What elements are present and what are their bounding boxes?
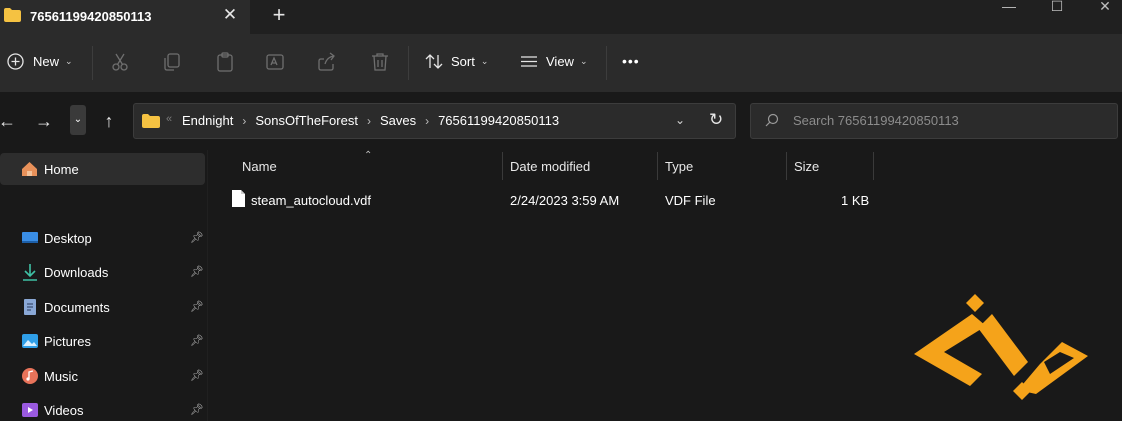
file-icon [232,190,245,207]
breadcrumb-current-folder[interactable]: 76561199420850113 [438,113,559,128]
sidebar-item-videos[interactable]: Videos 📌︎ [0,395,205,421]
paste-icon[interactable] [214,51,236,73]
breadcrumb-sonsoftheforest[interactable]: SonsOfTheForest [255,113,358,128]
sidebar-item-label: Desktop [44,231,92,246]
more-options-button[interactable]: ••• [622,53,640,69]
sidebar-item-pictures[interactable]: Pictures 📌︎ [0,326,205,356]
command-bar: New ⌄ Sort ⌄ View ⌄ ••• [0,34,1122,92]
breadcrumb-saves[interactable]: Saves [380,113,416,128]
address-history-chevron-icon[interactable]: ⌄ [675,113,685,127]
search-box[interactable] [750,103,1118,139]
toolbar-divider [92,46,93,80]
refresh-icon[interactable]: ↻ [709,110,723,130]
chevron-right-icon[interactable]: › [242,114,246,128]
address-bar[interactable]: « Endnight › SonsOfTheForest › Saves › 7… [133,103,736,139]
sort-ascending-icon: ⌃ [364,150,373,161]
pin-icon[interactable]: 📌︎ [190,403,204,416]
column-divider[interactable] [502,152,503,180]
rename-icon[interactable] [264,51,286,73]
sidebar-item-label: Documents [44,300,110,315]
up-arrow-icon[interactable]: ↑ [98,110,120,132]
chevron-down-icon: ⌄ [579,56,588,66]
search-input[interactable] [793,113,1093,128]
column-header-date[interactable]: Date modified [510,159,590,174]
videos-icon [22,403,38,417]
breadcrumb: Endnight › SonsOfTheForest › Saves › 765… [182,113,559,128]
toolbar-divider [606,46,607,80]
sidebar-item-music[interactable]: Music 📌︎ [0,361,205,391]
sidebar-item-documents[interactable]: Documents 📌︎ [0,292,205,322]
delete-icon[interactable] [369,51,391,73]
forward-arrow-icon[interactable]: → [33,110,55,132]
new-tab-button[interactable]: + [267,4,291,28]
file-type: VDF File [665,193,716,208]
folder-icon [142,114,160,128]
sidebar-item-desktop[interactable]: Desktop 📌︎ [0,223,205,253]
pin-icon[interactable]: 📌︎ [190,300,204,313]
new-label: New [33,54,60,69]
sort-button[interactable]: Sort ⌄ [425,53,488,70]
pin-icon[interactable]: 📌︎ [190,265,204,278]
chevron-down-icon: ⌄ [480,56,489,66]
sidebar-item-home[interactable]: Home [0,153,205,185]
file-name: steam_autocloud.vdf [251,193,371,208]
file-size: 1 KB [841,193,870,208]
column-divider[interactable] [657,152,658,180]
back-arrow-icon[interactable]: ← [0,110,18,132]
search-icon [765,113,779,127]
new-button[interactable]: New ⌄ [7,53,73,70]
sidebar-item-label: Music [44,369,78,384]
copy-icon[interactable] [161,51,183,73]
close-window-button[interactable]: ✕ [1091,0,1119,16]
column-divider[interactable] [873,152,874,180]
add-circle-icon [7,53,24,70]
minimize-button[interactable]: — [995,0,1023,16]
chevron-right-icon[interactable]: › [367,114,371,128]
view-label: View [546,54,574,69]
table-row[interactable]: steam_autocloud.vdf 2/24/2023 3:59 AM VD… [224,186,869,214]
home-icon [22,162,37,176]
pin-icon[interactable]: 📌︎ [190,369,204,382]
pictures-icon [22,334,38,348]
pin-icon[interactable]: 📌︎ [190,231,204,244]
column-header-size[interactable]: Size [794,159,819,174]
brand-logo [914,294,1088,400]
sidebar-item-label: Downloads [44,265,109,280]
chevron-right-icon[interactable]: › [425,114,429,128]
maximize-button[interactable]: ☐ [1043,0,1071,16]
music-icon [22,368,38,384]
breadcrumb-endnight[interactable]: Endnight [182,113,233,128]
navigation-pane: Home Desktop 📌︎ Downloads 📌︎ Documents 📌… [0,150,207,421]
sort-icon [425,54,443,69]
tab-close-icon[interactable]: ✕ [219,4,241,26]
toolbar-divider [408,46,409,80]
title-bar: 76561199420850113 ✕ + — ☐ ✕ [0,0,1122,34]
sidebar-item-label: Videos [44,403,84,418]
sidebar-item-downloads[interactable]: Downloads 📌︎ [0,257,205,287]
sidebar-item-label: Pictures [44,334,91,349]
column-divider[interactable] [786,152,787,180]
share-icon[interactable] [316,51,338,73]
column-header-type[interactable]: Type [665,159,693,174]
desktop-icon [22,232,38,243]
cut-icon[interactable] [109,51,131,73]
overflow-chevron-icon[interactable]: « [166,113,172,125]
view-button[interactable]: View ⌄ [520,53,588,70]
sort-label: Sort [451,54,475,69]
sidebar-item-label: Home [44,162,79,177]
document-icon [24,299,36,315]
view-icon [521,56,537,67]
folder-icon [4,8,21,22]
file-date-modified: 2/24/2023 3:59 AM [510,193,620,208]
pin-icon[interactable]: 📌︎ [190,334,204,347]
tab-title: 76561199420850113 [30,9,152,24]
download-icon [23,264,37,281]
recent-locations-button[interactable]: ⌄ [70,105,86,135]
column-header-name[interactable]: Name [242,159,277,174]
active-tab[interactable]: 76561199420850113 ✕ [0,0,250,34]
chevron-down-icon: ⌄ [65,56,73,66]
navigation-row: ← → ⌄ ↑ « Endnight › SonsOfTheForest › S… [0,92,1122,150]
